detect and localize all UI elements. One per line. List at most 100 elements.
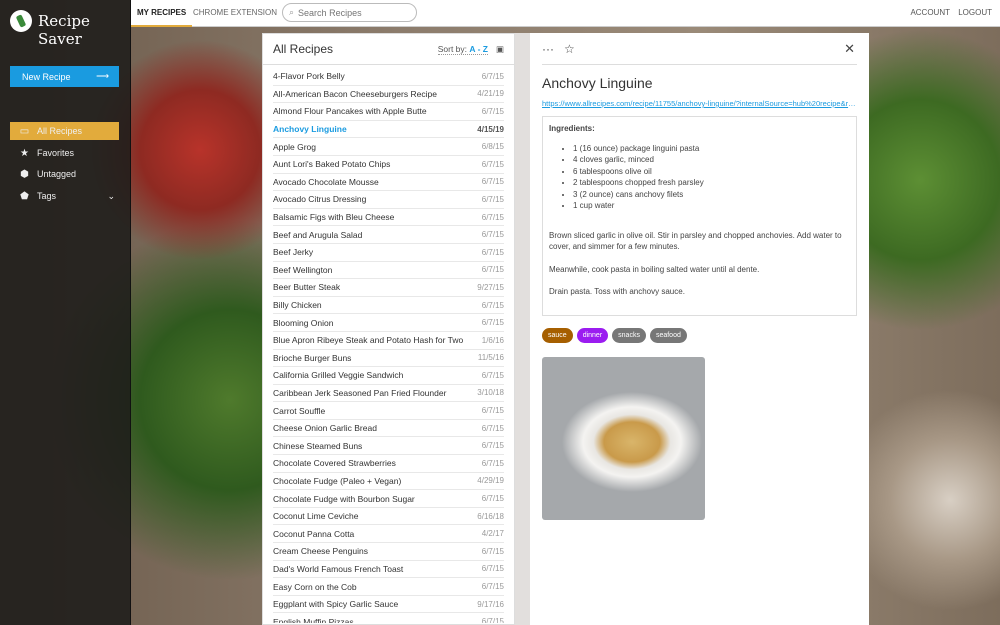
recipe-row[interactable]: Apple Grog 6/8/15 — [273, 138, 504, 156]
recipe-row[interactable]: Beef and Arugula Salad 6/7/15 — [273, 226, 504, 244]
recipe-row[interactable]: Cream Cheese Penguins 6/7/15 — [273, 543, 504, 561]
recipe-name: Billy Chicken — [273, 300, 322, 311]
list-scrollbar[interactable] — [515, 33, 530, 625]
recipe-row[interactable]: Dad's World Famous French Toast 6/7/15 — [273, 561, 504, 579]
favorite-star-icon[interactable]: ☆ — [564, 42, 575, 56]
recipe-row[interactable]: Eggplant with Spicy Garlic Sauce 9/17/16 — [273, 596, 504, 614]
sidebar-item-all-recipes[interactable]: ▭ All Recipes — [10, 122, 119, 140]
recipe-row[interactable]: All-American Bacon Cheeseburgers Recipe 4… — [273, 86, 504, 104]
recipe-name: Beef Wellington — [273, 264, 333, 275]
search-input[interactable] — [298, 7, 399, 18]
recipe-row[interactable]: Cheese Onion Garlic Bread 6/7/15 — [273, 420, 504, 438]
tag-icon: ⬟ — [20, 190, 29, 202]
recipe-row[interactable]: Coconut Panna Cotta 4/2/17 — [273, 525, 504, 544]
recipe-name: Chocolate Fudge (Paleo + Vegan) — [273, 475, 402, 486]
recipe-name: Eggplant with Spicy Garlic Sauce — [273, 599, 399, 610]
tag-seafood[interactable]: seafood — [649, 327, 687, 343]
sort-dropdown[interactable]: Sort by: A - Z — [437, 43, 488, 55]
recipe-row[interactable]: Anchovy Linguine 4/15/19 — [273, 121, 504, 139]
recipe-list-panel: All Recipes Sort by: A - Z ▣ 4-Flavor Por… — [262, 33, 515, 625]
recipe-date: 6/7/15 — [481, 617, 504, 623]
sort-label: Sort by: — [437, 43, 468, 54]
recipe-date: 6/7/15 — [481, 230, 504, 240]
recipe-date: 6/7/15 — [481, 423, 504, 433]
cube-icon: ⬢ — [20, 168, 29, 180]
recipe-date: 1/6/16 — [481, 335, 504, 345]
recipe-row[interactable]: Coconut Lime Ceviche 6/16/18 — [273, 508, 504, 526]
recipe-row[interactable]: Almond Flour Pancakes with Apple Butte 6/… — [273, 103, 504, 121]
recipe-date: 6/7/15 — [481, 318, 504, 328]
recipe-name: Chocolate Covered Strawberries — [273, 458, 396, 469]
recipe-row[interactable]: 4-Flavor Pork Belly 6/7/15 — [273, 68, 504, 86]
recipe-name: Beef and Arugula Salad — [273, 229, 363, 240]
recipe-name: Aunt Lori's Baked Potato Chips — [273, 159, 391, 170]
recipe-date: 6/7/15 — [481, 159, 504, 169]
recipe-name: All-American Bacon Cheeseburgers Recipe — [273, 88, 437, 99]
sidebar-item-tags[interactable]: ⬟ Tags ⌄ — [10, 187, 119, 205]
recipe-date: 6/7/15 — [481, 582, 504, 592]
recipe-row[interactable]: California Grilled Veggie Sandwich 6/7/15 — [273, 367, 504, 385]
recipe-date: 6/7/15 — [481, 564, 504, 574]
recipe-row[interactable]: Beer Butter Steak 9/27/15 — [273, 279, 504, 297]
recipe-name: Cream Cheese Penguins — [273, 546, 368, 557]
recipe-row[interactable]: Balsamic Figs with Bleu Cheese 6/7/15 — [273, 209, 504, 227]
recipe-row[interactable]: English Muffin Pizzas 6/7/15 — [273, 613, 504, 623]
recipe-row[interactable]: Easy Corn on the Cob 6/7/15 — [273, 578, 504, 596]
recipe-url-link[interactable]: https://www.allrecipes.com/recipe/11755/… — [542, 99, 857, 108]
recipe-row[interactable]: Aunt Lori's Baked Potato Chips 6/7/15 — [273, 156, 504, 174]
sidebar-item-label: All Recipes — [37, 126, 83, 136]
image-view-icon[interactable]: ▣ — [496, 44, 504, 55]
recipe-name: Almond Flour Pancakes with Apple Butte — [273, 106, 427, 117]
account-link[interactable]: ACCOUNT — [910, 8, 950, 17]
sort-value: A - Z — [469, 43, 488, 54]
app-title: Recipe Saver — [38, 12, 90, 48]
recipe-row[interactable]: Beef Wellington 6/7/15 — [273, 262, 504, 280]
recipe-row[interactable]: Caribbean Jerk Seasoned Pan Fried Flound… — [273, 385, 504, 403]
recipe-row[interactable]: Chocolate Fudge with Bourbon Sugar 6/7/15 — [273, 490, 504, 508]
recipe-date: 6/7/15 — [481, 106, 504, 116]
recipe-row[interactable]: Carrot Souffle 6/7/15 — [273, 402, 504, 420]
recipe-date: 9/17/16 — [477, 599, 504, 609]
recipe-row[interactable]: Chocolate Covered Strawberries 6/7/15 — [273, 455, 504, 473]
recipe-date: 4/29/19 — [477, 476, 504, 486]
list-title: All Recipes — [273, 42, 334, 56]
tag-snacks[interactable]: snacks — [612, 327, 646, 343]
tab-my-recipes[interactable]: MY RECIPES — [131, 0, 193, 27]
recipe-row[interactable]: Brioche Burger Buns 11/5/16 — [273, 350, 504, 368]
recipe-row[interactable]: Chinese Steamed Buns 6/7/15 — [273, 437, 504, 456]
recipe-row[interactable]: Avocado Chocolate Mousse 6/7/15 — [273, 174, 504, 192]
tab-chrome-extension[interactable]: CHROME EXTENSION — [187, 0, 283, 27]
recipe-row[interactable]: Avocado Citrus Dressing 6/7/15 — [273, 191, 504, 209]
sidebar-item-label: Favorites — [37, 148, 75, 158]
sidebar-item-favorites[interactable]: ★ Favorites — [10, 144, 119, 162]
recipe-row[interactable]: Blue Apron Ribeye Steak and Potato Hash … — [273, 332, 504, 350]
logout-link[interactable]: LOGOUT — [958, 8, 992, 17]
more-options-icon[interactable]: ··· — [542, 42, 554, 56]
recipe-date: 4/21/19 — [477, 89, 504, 99]
recipe-date: 6/7/15 — [481, 265, 504, 275]
recipe-date: 3/10/18 — [477, 388, 504, 398]
close-icon[interactable]: ✕ — [844, 41, 855, 57]
recipe-date: 6/7/15 — [481, 194, 504, 204]
tag-sauce[interactable]: sauce — [542, 327, 573, 343]
recipe-name: Beer Butter Steak — [273, 282, 341, 293]
recipe-name: Easy Corn on the Cob — [273, 581, 357, 592]
recipe-title: Anchovy Linguine — [542, 75, 653, 91]
sidebar-item-untagged[interactable]: ⬢ Untagged — [10, 165, 119, 183]
recipe-date: 6/7/15 — [481, 247, 504, 257]
recipe-name: Apple Grog — [273, 141, 316, 152]
recipe-row[interactable]: Chocolate Fudge (Paleo + Vegan) 4/29/19 — [273, 473, 504, 491]
ingredient-item: 6 tablespoons olive oil — [573, 166, 850, 178]
recipe-row[interactable]: Billy Chicken 6/7/15 — [273, 297, 504, 315]
sidebar: Recipe Saver New Recipe ⟶ ▭ All Recipes ★ F… — [0, 0, 131, 625]
tag-dinner[interactable]: dinner — [576, 327, 609, 343]
sidebar-item-label: Tags — [37, 191, 57, 201]
new-recipe-button[interactable]: New Recipe ⟶ — [10, 66, 119, 87]
ingredients-label: Ingredients: — [549, 124, 595, 133]
recipe-row[interactable]: Blooming Onion 6/7/15 — [273, 314, 504, 332]
ingredient-item: 1 cup water — [573, 200, 850, 212]
recipe-name: Blooming Onion — [273, 317, 334, 328]
recipe-name: Brioche Burger Buns — [273, 352, 352, 363]
top-bar: MY RECIPES CHROME EXTENSION ⌕ ACCOUNT LO… — [131, 0, 1000, 27]
recipe-row[interactable]: Beef Jerky 6/7/15 — [273, 244, 504, 262]
